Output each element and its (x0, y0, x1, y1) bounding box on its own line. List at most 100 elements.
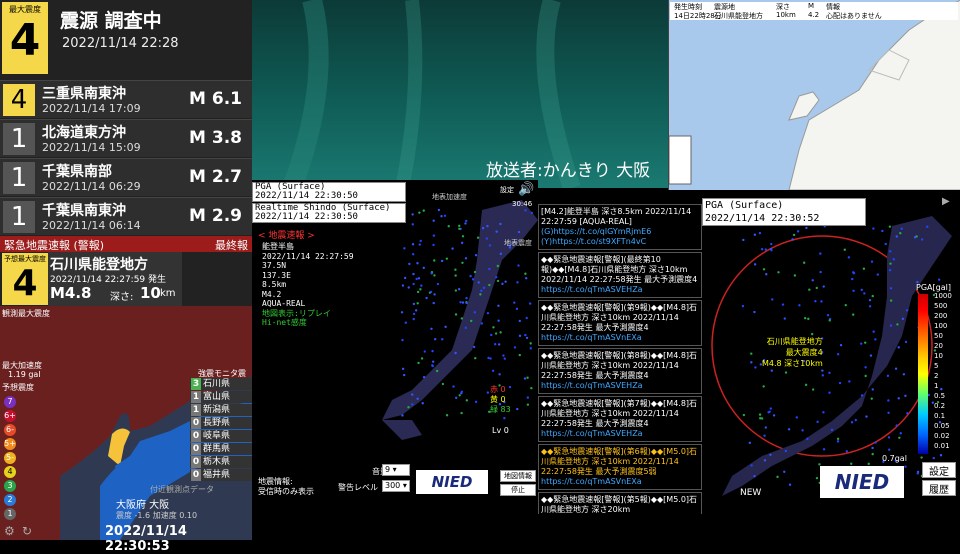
alert-level-select[interactable]: 300 ▾ (382, 480, 410, 492)
station-dot (937, 278, 941, 281)
regional-map (669, 0, 960, 190)
station-dot (458, 224, 461, 228)
station-item: 0 栃木県 (190, 456, 252, 468)
history-intensity: 1 (3, 162, 35, 194)
station-dot (494, 332, 498, 335)
eew-depth-label: 深さ: (110, 292, 134, 303)
history-intensity: 1 (3, 201, 35, 233)
top-right-map[interactable] (668, 0, 960, 190)
station-dot (830, 428, 834, 432)
station-dot (404, 321, 407, 324)
japan-station-map (382, 200, 538, 440)
settings-button[interactable]: 設定 (922, 462, 956, 478)
station-dot (784, 371, 788, 374)
station-dot (889, 262, 892, 265)
station-dot (899, 432, 902, 435)
station-dot (887, 436, 891, 439)
station-dot (412, 312, 416, 316)
station-dot (906, 412, 909, 415)
station-dot (528, 302, 532, 305)
station-dot (870, 260, 874, 263)
pga-right-label: PGA (Surface) (705, 200, 784, 211)
station-dot (886, 374, 890, 378)
history-row[interactable]: 1 千葉県南部 2022/11/14 06:29 M 2.7 (0, 158, 252, 196)
news-item[interactable]: ◆◆緊急地震速報[警報](最終第10報)◆◆[M4.8]石川県能登地方 深さ10… (538, 252, 702, 298)
station-dot (764, 426, 768, 429)
volume-select[interactable]: 9 ▾ (382, 464, 410, 476)
station-dot (412, 317, 415, 321)
station-dot (788, 483, 792, 486)
station-dot (434, 337, 437, 341)
station-dot (414, 309, 418, 312)
station-dot (460, 411, 463, 415)
station-dot (892, 258, 896, 261)
map-info-button[interactable]: 地図情報 (500, 470, 536, 482)
station-dot (897, 346, 900, 349)
news-item[interactable]: ◆◆緊急地震速報[警報](第6報)◆◆[M5.0]石川県能登地方 深さ10km … (538, 444, 702, 490)
station-dot (518, 319, 521, 323)
history-place: 三重県南東沖 (42, 86, 126, 102)
station-dot (460, 317, 464, 320)
station-dot (447, 225, 450, 228)
play-icon[interactable]: ▶ (942, 196, 950, 207)
station-dot (474, 357, 477, 360)
station-dot (473, 270, 477, 274)
eew-header-small: < 地震速報 > (258, 231, 315, 241)
station-dot (762, 268, 766, 271)
scale-item: 2 (4, 494, 16, 506)
pga-unit: PGA[gal] (916, 283, 951, 292)
station-dot (513, 346, 517, 349)
station-dot (870, 397, 873, 400)
station-dot (403, 247, 406, 250)
station-dot (530, 211, 534, 215)
station-dot (871, 388, 874, 391)
station-dot (759, 417, 762, 420)
history-row[interactable]: 1 千葉県南東沖 2022/11/14 06:14 M 2.9 (0, 197, 252, 235)
station-dot (769, 407, 773, 410)
stop-button[interactable]: 停止 (500, 484, 536, 496)
max-intensity-value: 4 (9, 15, 41, 66)
station-dot (470, 319, 473, 323)
station-dot (874, 441, 877, 444)
history-row[interactable]: 4 三重県南東沖 2022/11/14 17:09 M 6.1 (0, 80, 252, 118)
station-dot (897, 397, 900, 400)
station-dot (920, 238, 924, 241)
station-dot (915, 235, 918, 238)
eew-header: 緊急地震速報 (警報) 最終報 (0, 236, 252, 252)
refresh-icon[interactable]: ↻ (22, 524, 32, 538)
news-item[interactable]: [M4.2]能登半島 深さ8.5km 2022/11/14 22:27:59 [… (538, 204, 702, 250)
news-feed[interactable]: [M4.2]能登半島 深さ8.5km 2022/11/14 22:27:59 [… (538, 204, 702, 514)
info-mag: 4.2 (808, 11, 820, 19)
quake-info-value: 受信時のみ表示 (258, 487, 314, 496)
kmoni-panel[interactable]: PGA (Surface) 2022/11/14 22:30:50 Realti… (252, 180, 538, 500)
settings-label[interactable]: 設定 (500, 185, 514, 195)
station-dot (430, 272, 433, 275)
station-dot (526, 396, 530, 399)
station-dot (481, 226, 485, 230)
news-item[interactable]: ◆◆緊急地震速報[警報](第5報)◆◆[M5.0]石川県能登地方 深さ20km (538, 492, 702, 514)
clock: 2022/11/14 22:30:53 (105, 524, 187, 554)
station-dot (400, 311, 404, 314)
news-item[interactable]: ◆◆緊急地震速報[警報](第7報)◆◆[M4.8]石川県能登地方 深さ10km … (538, 396, 702, 442)
history-row[interactable]: 1 北海道東方沖 2022/11/14 15:09 M 3.8 (0, 119, 252, 157)
scale-item: 5+ (4, 438, 16, 450)
station-dot (422, 266, 425, 270)
station-dot (826, 313, 830, 317)
station-dot (742, 238, 745, 242)
history-button[interactable]: 履歴 (922, 480, 956, 496)
news-item[interactable]: ◆◆緊急地震速報[警報](第9報)◆◆[M4.8]石川県能登地方 深さ10km … (538, 300, 702, 346)
station-dot (836, 440, 840, 443)
obs-max-label: 観測最大震度 (2, 309, 50, 318)
station-dot (860, 394, 864, 397)
station-dot (801, 429, 804, 432)
eew-intensity-badge: 予想最大震度 4 (2, 253, 48, 305)
speaker-icon[interactable]: 🔊 (518, 182, 534, 197)
news-item[interactable]: ◆◆緊急地震速報[警報](第8報)◆◆[M4.8]石川県能登地方 深さ10km … (538, 348, 702, 394)
station-dot (496, 264, 500, 268)
station-dot (494, 343, 497, 346)
gear-icon[interactable]: ⚙ (4, 524, 15, 538)
station-dot (418, 211, 421, 214)
station-dot (859, 342, 863, 345)
station-dot (440, 214, 443, 218)
station-dot (872, 330, 875, 333)
